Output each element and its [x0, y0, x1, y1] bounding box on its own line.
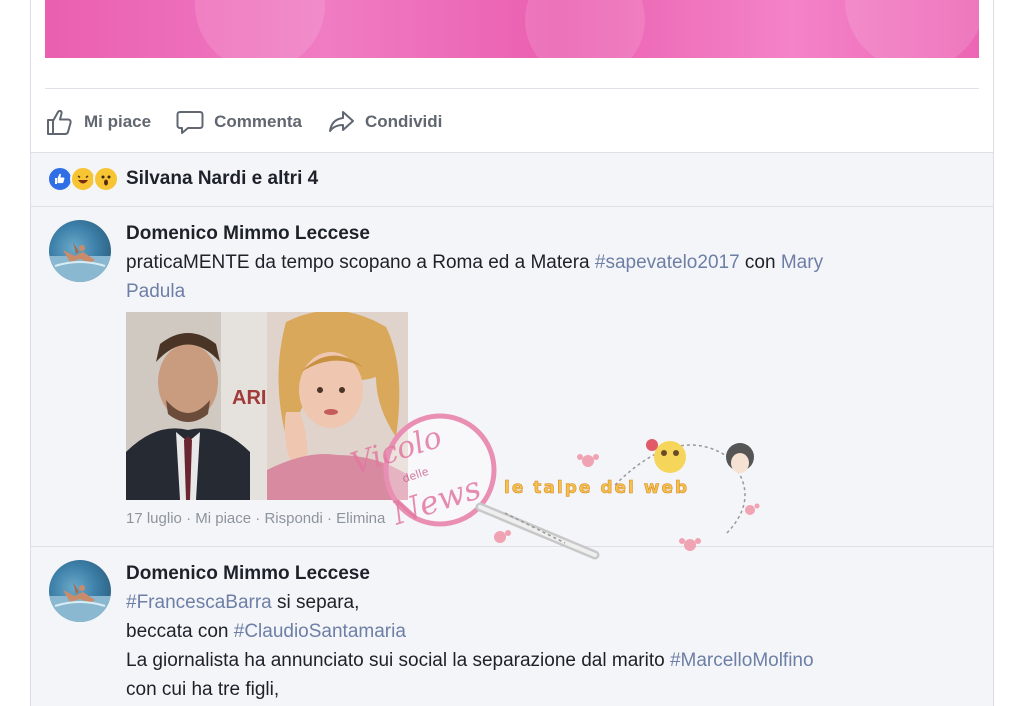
divider	[31, 206, 993, 207]
reactions-summary[interactable]: Silvana Nardi e altri 4	[47, 166, 318, 192]
hashtag-link[interactable]: #MarcelloMolfino	[670, 650, 814, 671]
hashtag-link[interactable]: #ClaudioSantamaria	[234, 621, 406, 642]
hashtag-link[interactable]: #FrancescaBarra	[126, 592, 272, 613]
wow-icon	[93, 166, 119, 192]
reactions-label: Silvana Nardi e altri 4	[126, 168, 319, 189]
comment-like-link[interactable]: Mi piace	[195, 510, 251, 527]
mention-link[interactable]: Padula	[126, 281, 185, 302]
comment-text-part: La giornalista ha annunciato sui social …	[126, 650, 670, 671]
post-card: Mi piace Commenta Condividi Silvana Nard…	[30, 0, 994, 706]
post-image-banner[interactable]	[45, 0, 979, 58]
meta-separator: ·	[186, 510, 196, 527]
comment-text: praticaMENTE da tempo scopano a Roma ed …	[126, 248, 969, 306]
mention-link[interactable]: Mary	[781, 252, 823, 273]
like-button[interactable]: Mi piace	[45, 107, 151, 137]
comment-text-part: praticaMENTE da tempo scopano a Roma ed …	[126, 252, 595, 273]
post-top-section: Mi piace Commenta Condividi	[31, 0, 993, 152]
avatar[interactable]	[49, 560, 111, 622]
comment-text-part: con	[739, 252, 781, 273]
comment-text-part: beccata con	[126, 621, 234, 642]
comment-text-part: si separa,	[271, 592, 360, 613]
share-label: Condividi	[364, 112, 443, 131]
comment-button[interactable]: Commenta	[175, 107, 302, 137]
comment-text-part: con cui ha tre figli,	[126, 679, 280, 700]
comment-label: Commenta	[214, 112, 302, 131]
post-action-bar: Mi piace Commenta Condividi	[45, 104, 466, 140]
comment-reply-link[interactable]: Rispondi	[264, 510, 322, 527]
thumbs-up-icon	[47, 109, 72, 135]
comment-remove-link[interactable]: Elimina	[336, 510, 385, 527]
comment-author[interactable]: Domenico Mimmo Leccese	[126, 560, 969, 588]
divider	[31, 152, 993, 153]
svg-text:ARI: ARI	[232, 387, 266, 409]
share-button[interactable]: Condividi	[326, 107, 442, 137]
comment-icon	[176, 111, 204, 134]
comment-meta: 17 luglio · Mi piace · Rispondi · Elimin…	[126, 510, 969, 527]
comment-author[interactable]: Domenico Mimmo Leccese	[126, 220, 969, 248]
divider	[45, 88, 979, 89]
avatar[interactable]	[49, 220, 111, 282]
comment-date[interactable]: 17 luglio	[126, 510, 182, 527]
meta-separator: ·	[326, 510, 337, 527]
divider	[31, 546, 993, 547]
comment-photo[interactable]: ARI	[126, 312, 408, 500]
hashtag-link[interactable]: #sapevatelo2017	[595, 252, 740, 273]
comment-text: #FrancescaBarra si separa, beccata con #…	[126, 588, 969, 704]
like-label: Mi piace	[84, 112, 152, 131]
share-icon	[328, 111, 354, 132]
